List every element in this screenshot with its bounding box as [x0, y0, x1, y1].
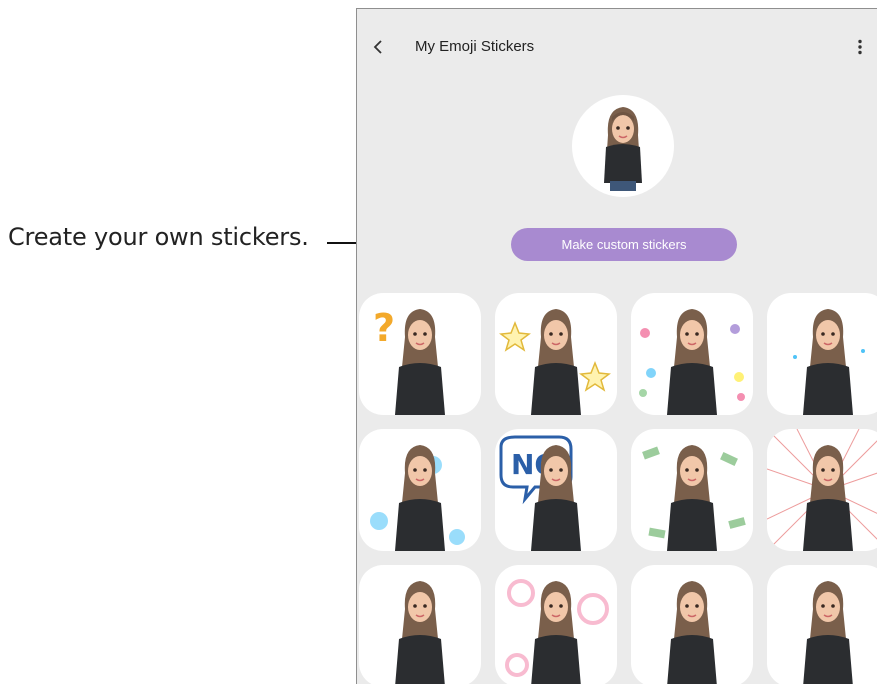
sticker-no[interactable]: NO: [495, 429, 617, 551]
hands-face-icon: [793, 309, 865, 415]
callout-label: Create your own stickers.: [8, 223, 309, 251]
page-title: My Emoji Stickers: [415, 38, 535, 55]
sticker-thumbs[interactable]: [767, 565, 877, 684]
thumbs-up-icon: [803, 581, 853, 684]
sticker-sad[interactable]: [359, 429, 481, 551]
bubble-icon: [505, 579, 609, 684]
sticker-stars[interactable]: [495, 293, 617, 415]
sticker-wave[interactable]: [359, 565, 481, 684]
phone-screen: My Emoji Stickers Make custom stickers ?…: [356, 8, 877, 684]
money-icon: [642, 445, 746, 551]
shrug-icon: [667, 581, 717, 684]
sticker-money[interactable]: [631, 429, 753, 551]
more-vertical-icon: [858, 39, 862, 55]
question-mark-icon: ?: [373, 306, 445, 415]
app-header: My Emoji Stickers: [357, 9, 877, 81]
sticker-angry[interactable]: [767, 429, 877, 551]
make-custom-stickers-button[interactable]: Make custom stickers: [511, 228, 737, 261]
sticker-shrug[interactable]: [631, 565, 753, 684]
sticker-bubbles[interactable]: [495, 565, 617, 684]
svg-text:?: ?: [373, 306, 395, 350]
sticker-hearts[interactable]: [631, 293, 753, 415]
ar-emoji-avatar: [604, 107, 642, 191]
back-button[interactable]: [367, 35, 391, 59]
speech-bubble-icon: NO: [499, 435, 581, 551]
avatar: [572, 95, 674, 197]
sticker-shy[interactable]: [767, 293, 877, 415]
sad-face-icon: [370, 445, 465, 551]
wave-hand-icon: [395, 581, 445, 684]
burst-icon: [767, 429, 877, 551]
chevron-left-icon: [373, 40, 382, 54]
heart-icon: [639, 309, 745, 415]
sticker-question[interactable]: ?: [359, 293, 481, 415]
star-icon: [499, 309, 611, 415]
more-options-button[interactable]: [848, 35, 872, 59]
